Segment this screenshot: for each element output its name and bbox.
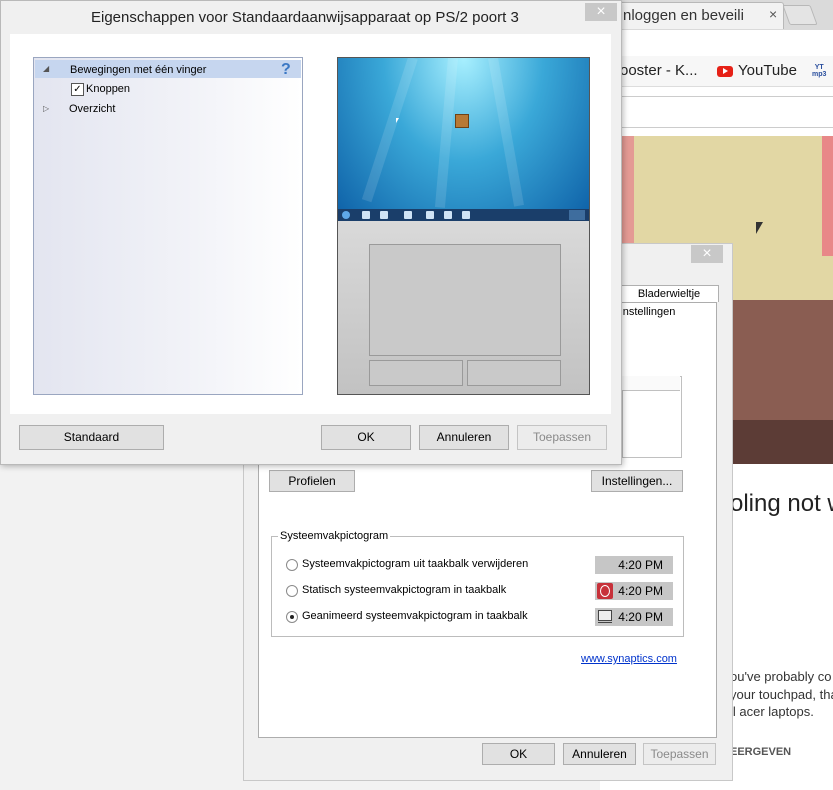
- tab-strip: nloggen en beveili ×: [600, 0, 833, 30]
- tab-title: nloggen en beveili: [623, 7, 744, 24]
- buttons-checkbox[interactable]: ✓: [71, 83, 84, 96]
- settings-button[interactable]: Instellingen...: [591, 470, 683, 492]
- browser-tab[interactable]: nloggen en beveili ×: [610, 2, 784, 29]
- tray-preview: 4:20 PM: [595, 556, 673, 574]
- light-ray: [434, 58, 458, 208]
- ytmp3-line2: mp3: [812, 71, 827, 78]
- tray-preview: 4:20 PM: [595, 582, 673, 600]
- desktop-preview: [338, 58, 589, 221]
- taskbar-icon: [462, 211, 470, 219]
- touchpad-preview: [337, 57, 590, 395]
- touchpad-left-button: [369, 360, 463, 386]
- preview-cursor-icon: [396, 118, 399, 123]
- address-bar[interactable]: [620, 96, 833, 128]
- article-line: ou've probably co: [730, 669, 832, 684]
- synaptics-icon: [597, 583, 613, 599]
- tree-item-overview[interactable]: Overzicht: [69, 103, 115, 115]
- youtube-icon: [717, 66, 733, 77]
- tray-preview: 4:20 PM: [595, 608, 673, 626]
- tab-scroll-wheel[interactable]: Bladerwieltje: [619, 285, 719, 302]
- taskbar-icon: [426, 211, 434, 219]
- touchpad-icon: [598, 610, 612, 623]
- tray-time: 4:20 PM: [618, 558, 663, 572]
- new-tab-button[interactable]: [782, 5, 818, 25]
- tray-time: 4:20 PM: [618, 584, 663, 598]
- bookmark-ytmp3[interactable]: YT mp3: [812, 64, 826, 78]
- article-line: your touchpad, tha: [730, 686, 833, 702]
- taskbar-icon: [362, 211, 370, 219]
- taskbar-icon: [404, 211, 412, 219]
- light-ray: [361, 58, 418, 203]
- close-icon[interactable]: ×: [585, 3, 617, 21]
- apply-button: Toepassen: [517, 425, 607, 450]
- ok-button[interactable]: OK: [482, 743, 555, 765]
- tree-item-label: Bewegingen met één vinger: [70, 64, 207, 76]
- bookmark-youtube[interactable]: YouTube: [738, 62, 797, 79]
- tree-item-one-finger[interactable]: ◢ Bewegingen met één vinger ?: [35, 60, 301, 78]
- taskbar-icon: [380, 211, 388, 219]
- list-box-header: [622, 376, 680, 391]
- synaptics-link[interactable]: www.synaptics.com: [581, 653, 677, 665]
- desktop-icon: [455, 114, 469, 128]
- ok-button[interactable]: OK: [321, 425, 411, 450]
- bookmark-item[interactable]: ooster - K...: [620, 62, 698, 79]
- cancel-button[interactable]: Annuleren: [563, 743, 636, 765]
- touchpad-surface: [369, 244, 561, 356]
- close-icon[interactable]: ×: [691, 245, 723, 263]
- radio-label: Statisch systeemvakpictogram in taakbalk: [302, 584, 507, 596]
- cancel-button[interactable]: Annuleren: [419, 425, 509, 450]
- mouse-cursor-icon: [756, 222, 763, 234]
- hero-decoration: [822, 136, 833, 256]
- default-button[interactable]: Standaard: [19, 425, 164, 450]
- hero-decoration: [732, 420, 833, 464]
- expanded-arrow-icon[interactable]: ◢: [43, 64, 49, 73]
- article-line: ll acer laptops.: [730, 704, 814, 719]
- settings-tree: ◢ Bewegingen met één vinger ? ✓ Knoppen …: [33, 57, 303, 395]
- collapsed-arrow-icon[interactable]: ▷: [43, 104, 49, 113]
- touchpad-area: [338, 221, 589, 394]
- help-icon[interactable]: ?: [281, 61, 291, 79]
- dialog-title: Eigenschappen voor Standaardaanwijsappar…: [91, 9, 519, 26]
- article-heading: oling not w: [730, 490, 833, 517]
- profiles-button[interactable]: Profielen: [269, 470, 355, 492]
- tab-close-icon[interactable]: ×: [769, 6, 777, 22]
- light-ray: [488, 58, 524, 207]
- radio-label: Geanimeerd systeemvakpictogram in taakba…: [302, 610, 528, 622]
- tray-time: 4:20 PM: [618, 610, 663, 624]
- article-paragraph: ou've probably co your touchpad, tha ll …: [730, 668, 833, 721]
- properties-dialog: Eigenschappen voor Standaardaanwijsappar…: [0, 0, 622, 465]
- start-icon: [342, 211, 350, 219]
- tree-item-buttons[interactable]: Knoppen: [86, 83, 130, 95]
- preview-clock: [569, 210, 585, 220]
- ytmp3-line1: YT: [814, 64, 824, 71]
- taskbar-icon: [444, 211, 452, 219]
- radio-label: Systeemvakpictogram uit taakbalk verwijd…: [302, 558, 529, 570]
- radio-static-icon[interactable]: [286, 585, 298, 597]
- share-label[interactable]: EERGEVEN: [730, 746, 791, 758]
- preview-taskbar: [338, 209, 589, 221]
- touchpad-right-button: [467, 360, 561, 386]
- bookmarks-bar: ooster - K... YouTube YT mp3: [600, 56, 833, 87]
- apply-button: Toepassen: [643, 743, 716, 765]
- group-title: Systeemvakpictogram: [278, 530, 391, 542]
- radio-remove-icon[interactable]: [286, 559, 298, 571]
- radio-animated-icon[interactable]: [286, 611, 298, 623]
